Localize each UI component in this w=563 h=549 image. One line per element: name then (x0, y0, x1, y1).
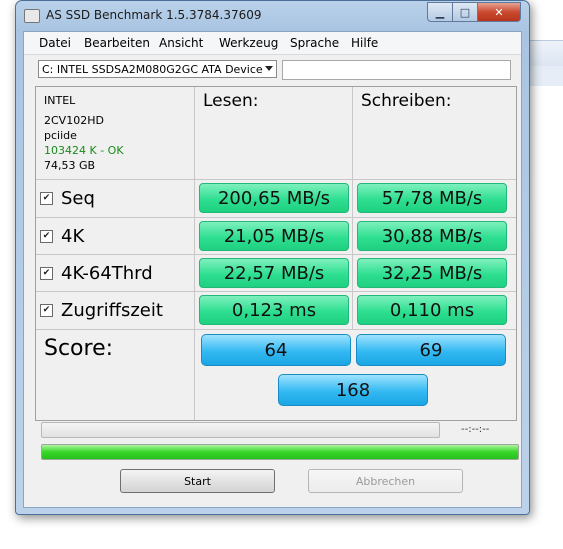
app-icon (24, 9, 40, 23)
score-read: 64 (201, 334, 351, 366)
start-button[interactable]: Start (120, 469, 275, 493)
checkbox-4k-64thrd[interactable]: ✔ (40, 267, 53, 280)
result-seq-read: 200,65 MB/s (199, 183, 349, 213)
result-4k-write: 30,88 MB/s (357, 221, 507, 251)
total-progress-fill (42, 445, 518, 459)
score-values-cell: 64 69 168 (195, 330, 516, 420)
menu-sprache[interactable]: Sprache (290, 36, 339, 50)
menu-hilfe[interactable]: Hilfe (351, 36, 378, 50)
background-window-strip-lower (525, 66, 563, 86)
row-4k64-label-cell: ✔ 4K-64Thrd (36, 255, 195, 292)
drive-alignment: 103424 K - OK (44, 144, 124, 157)
elapsed-time: --:--:-- (461, 424, 490, 435)
window-title: AS SSD Benchmark 1.5.3784.37609 (46, 8, 262, 22)
test-progress-bar (41, 422, 440, 438)
title-bar[interactable]: AS SSD Benchmark 1.5.3784.37609 ▁ □ ✕ (16, 1, 529, 29)
drive-firmware: 2CV102HD (44, 114, 104, 127)
row-4k64-write-cell: 32,25 MB/s (353, 255, 516, 292)
total-progress-bar (41, 444, 519, 460)
menu-ansicht[interactable]: Ansicht (159, 36, 203, 50)
result-4k64-write: 32,25 MB/s (357, 258, 507, 288)
menu-datei[interactable]: Datei (39, 36, 71, 50)
write-header: Schreiben: (361, 91, 452, 111)
drive-vendor: INTEL (44, 94, 76, 107)
test-label-zugriffszeit: Zugriffszeit (61, 300, 163, 321)
result-4k-read: 21,05 MB/s (199, 221, 349, 251)
read-header-cell: Lesen: (195, 87, 353, 180)
drive-select-value: C: INTEL SSDSA2M080G2GC ATA Device (42, 62, 263, 76)
test-label-4k: 4K (61, 226, 85, 247)
maximize-button[interactable]: □ (453, 2, 478, 22)
client-area: Datei Bearbeiten Ansicht Werkzeug Sprach… (23, 31, 522, 508)
score-total: 168 (278, 374, 428, 406)
app-window: AS SSD Benchmark 1.5.3784.37609 ▁ □ ✕ Da… (15, 0, 530, 515)
result-4k64-read: 22,57 MB/s (199, 258, 349, 288)
row-4k64-read-cell: 22,57 MB/s (195, 255, 353, 292)
result-access-write: 0,110 ms (357, 295, 507, 325)
minimize-button[interactable]: ▁ (427, 2, 453, 22)
row-seq-read-cell: 200,65 MB/s (195, 180, 353, 218)
row-4k-write-cell: 30,88 MB/s (353, 218, 516, 255)
score-write: 69 (356, 334, 506, 366)
test-label-4k-64thrd: 4K-64Thrd (61, 263, 153, 284)
row-access-label-cell: ✔ Zugriffszeit (36, 292, 195, 330)
close-icon: ✕ (494, 5, 504, 19)
result-access-read: 0,123 ms (199, 295, 349, 325)
drive-size: 74,53 GB (44, 159, 96, 172)
drive-driver: pciide (44, 129, 77, 142)
row-4k-read-cell: 21,05 MB/s (195, 218, 353, 255)
row-access-write-cell: 0,110 ms (353, 292, 516, 330)
menu-werkzeug[interactable]: Werkzeug (219, 36, 278, 50)
read-header: Lesen: (203, 91, 259, 111)
drive-select[interactable]: C: INTEL SSDSA2M080G2GC ATA Device (38, 60, 277, 78)
result-seq-write: 57,78 MB/s (357, 183, 507, 213)
test-label-seq: Seq (61, 188, 95, 209)
drive-info-field[interactable] (282, 60, 511, 80)
minimize-icon: ▁ (435, 5, 445, 19)
score-label-cell: Score: (36, 330, 195, 420)
checkbox-seq[interactable]: ✔ (40, 192, 53, 205)
menu-bar: Datei Bearbeiten Ansicht Werkzeug Sprach… (24, 32, 521, 55)
menu-bearbeiten[interactable]: Bearbeiten (84, 36, 150, 50)
cancel-button[interactable]: Abbrechen (308, 469, 463, 493)
row-4k-label-cell: ✔ 4K (36, 218, 195, 255)
row-seq-label-cell: ✔ Seq (36, 180, 195, 218)
score-label: Score: (44, 336, 114, 361)
row-access-read-cell: 0,123 ms (195, 292, 353, 330)
write-header-cell: Schreiben: (353, 87, 516, 180)
results-grid: INTEL 2CV102HD pciide 103424 K - OK 74,5… (35, 86, 517, 421)
checkbox-4k[interactable]: ✔ (40, 230, 53, 243)
maximize-icon: □ (459, 5, 471, 19)
background-window-strip (525, 40, 563, 68)
drive-info-panel: INTEL 2CV102HD pciide 103424 K - OK 74,5… (36, 87, 195, 180)
checkbox-zugriffszeit[interactable]: ✔ (40, 304, 53, 317)
row-seq-write-cell: 57,78 MB/s (353, 180, 516, 218)
chevron-down-icon (265, 66, 273, 71)
close-button[interactable]: ✕ (478, 2, 521, 22)
